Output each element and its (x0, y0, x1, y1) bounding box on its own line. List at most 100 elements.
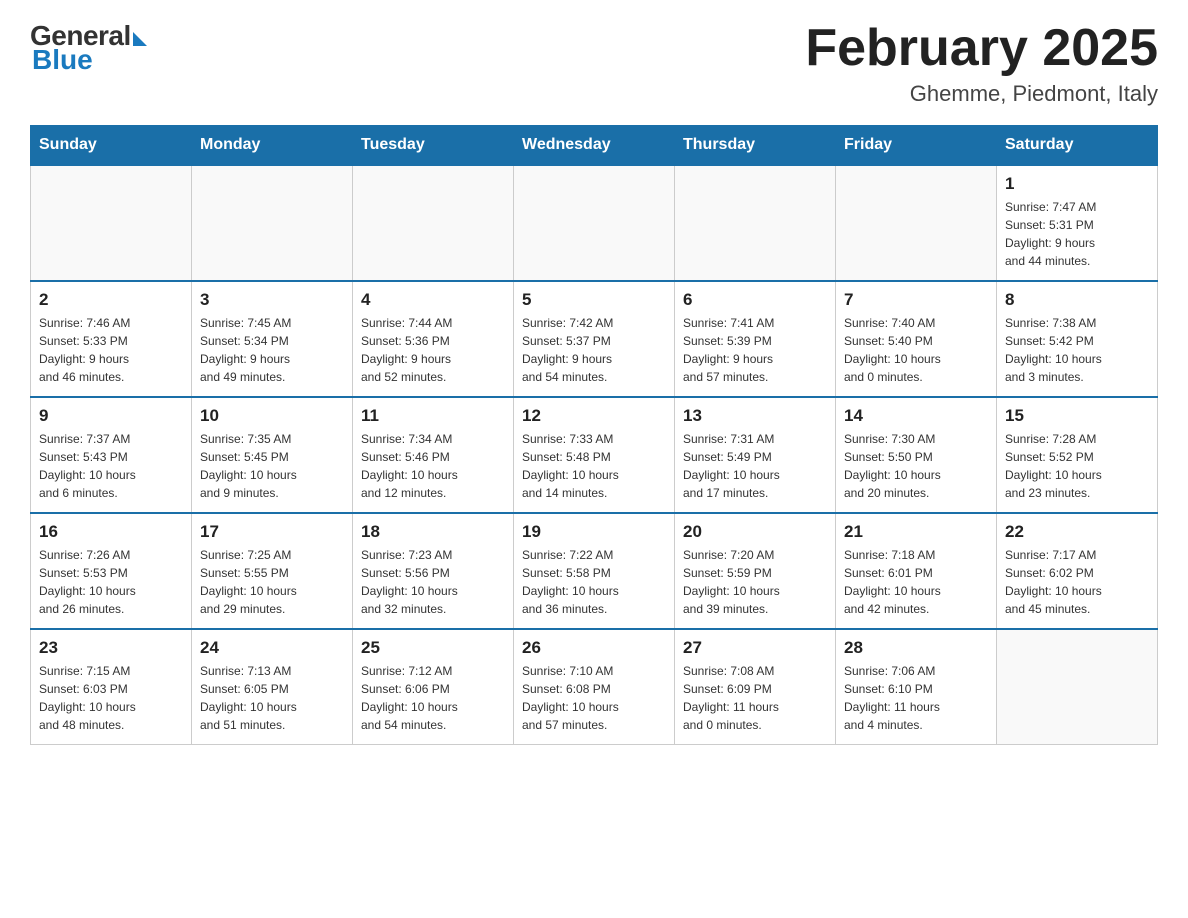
day-info: Sunrise: 7:10 AMSunset: 6:08 PMDaylight:… (522, 662, 666, 734)
day-info: Sunrise: 7:31 AMSunset: 5:49 PMDaylight:… (683, 430, 827, 502)
day-info: Sunrise: 7:44 AMSunset: 5:36 PMDaylight:… (361, 314, 505, 386)
calendar-cell: 20 Sunrise: 7:20 AMSunset: 5:59 PMDayligh… (675, 513, 836, 629)
calendar-cell: 10 Sunrise: 7:35 AMSunset: 5:45 PMDayligh… (192, 397, 353, 513)
day-info: Sunrise: 7:15 AMSunset: 6:03 PMDaylight:… (39, 662, 183, 734)
calendar-cell: 14 Sunrise: 7:30 AMSunset: 5:50 PMDayligh… (836, 397, 997, 513)
calendar-cell (353, 165, 514, 281)
calendar-cell: 2 Sunrise: 7:46 AMSunset: 5:33 PMDaylight… (31, 281, 192, 397)
calendar-cell (192, 165, 353, 281)
day-number: 25 (361, 638, 505, 658)
day-info: Sunrise: 7:28 AMSunset: 5:52 PMDaylight:… (1005, 430, 1149, 502)
calendar-cell: 18Sunrise: 7:23 AMSunset: 5:56 PMDayligh… (353, 513, 514, 629)
calendar-cell: 17Sunrise: 7:25 AMSunset: 5:55 PMDayligh… (192, 513, 353, 629)
day-number: 26 (522, 638, 666, 658)
day-number: 4 (361, 290, 505, 310)
day-info: Sunrise: 7:12 AMSunset: 6:06 PMDaylight:… (361, 662, 505, 734)
day-info: Sunrise: 7:37 AMSunset: 5:43 PMDaylight:… (39, 430, 183, 502)
day-number: 10 (200, 406, 344, 426)
day-number: 28 (844, 638, 988, 658)
day-number: 23 (39, 638, 183, 658)
day-number: 13 (683, 406, 827, 426)
month-title: February 2025 (805, 20, 1158, 77)
day-info: Sunrise: 7:45 AMSunset: 5:34 PMDaylight:… (200, 314, 344, 386)
calendar-cell: 22 Sunrise: 7:17 AMSunset: 6:02 PMDayligh… (997, 513, 1158, 629)
calendar-cell: 9 Sunrise: 7:37 AMSunset: 5:43 PMDaylight… (31, 397, 192, 513)
calendar-week-1: 1Sunrise: 7:47 AMSunset: 5:31 PMDaylight… (31, 165, 1158, 281)
calendar-cell: 19 Sunrise: 7:22 AMSunset: 5:58 PMDayligh… (514, 513, 675, 629)
day-info: Sunrise: 7:08 AMSunset: 6:09 PMDaylight:… (683, 662, 827, 734)
day-info: Sunrise: 7:17 AMSunset: 6:02 PMDaylight:… (1005, 546, 1149, 618)
day-number: 1 (1005, 174, 1149, 194)
calendar-cell: 21 Sunrise: 7:18 AMSunset: 6:01 PMDayligh… (836, 513, 997, 629)
calendar-cell: 5 Sunrise: 7:42 AMSunset: 5:37 PMDaylight… (514, 281, 675, 397)
logo-triangle-icon (133, 32, 147, 46)
day-info: Sunrise: 7:23 AMSunset: 5:56 PMDaylight:… (361, 546, 505, 618)
day-info: Sunrise: 7:30 AMSunset: 5:50 PMDaylight:… (844, 430, 988, 502)
calendar-cell: 8 Sunrise: 7:38 AMSunset: 5:42 PMDaylight… (997, 281, 1158, 397)
day-info: Sunrise: 7:40 AMSunset: 5:40 PMDaylight:… (844, 314, 988, 386)
day-number: 17 (200, 522, 344, 542)
day-info: Sunrise: 7:38 AMSunset: 5:42 PMDaylight:… (1005, 314, 1149, 386)
header-saturday: Saturday (997, 126, 1158, 166)
day-info: Sunrise: 7:18 AMSunset: 6:01 PMDaylight:… (844, 546, 988, 618)
day-number: 19 (522, 522, 666, 542)
calendar-cell (836, 165, 997, 281)
day-info: Sunrise: 7:26 AMSunset: 5:53 PMDaylight:… (39, 546, 183, 618)
header-friday: Friday (836, 126, 997, 166)
day-info: Sunrise: 7:22 AMSunset: 5:58 PMDaylight:… (522, 546, 666, 618)
calendar-cell: 3 Sunrise: 7:45 AMSunset: 5:34 PMDaylight… (192, 281, 353, 397)
day-number: 22 (1005, 522, 1149, 542)
day-number: 12 (522, 406, 666, 426)
day-number: 14 (844, 406, 988, 426)
calendar-week-5: 23 Sunrise: 7:15 AMSunset: 6:03 PMDayligh… (31, 629, 1158, 745)
page-header: General Blue February 2025 Ghemme, Piedm… (30, 20, 1158, 107)
header-wednesday: Wednesday (514, 126, 675, 166)
calendar-cell: 11Sunrise: 7:34 AMSunset: 5:46 PMDayligh… (353, 397, 514, 513)
calendar-cell: 28 Sunrise: 7:06 AMSunset: 6:10 PMDayligh… (836, 629, 997, 745)
logo-blue-text: Blue (32, 44, 93, 76)
day-number: 5 (522, 290, 666, 310)
calendar-table: SundayMondayTuesdayWednesdayThursdayFrid… (30, 125, 1158, 745)
title-area: February 2025 Ghemme, Piedmont, Italy (805, 20, 1158, 107)
calendar-cell (997, 629, 1158, 745)
calendar-cell: 13 Sunrise: 7:31 AMSunset: 5:49 PMDayligh… (675, 397, 836, 513)
day-number: 20 (683, 522, 827, 542)
calendar-cell: 12 Sunrise: 7:33 AMSunset: 5:48 PMDayligh… (514, 397, 675, 513)
day-number: 27 (683, 638, 827, 658)
day-number: 3 (200, 290, 344, 310)
calendar-cell: 27 Sunrise: 7:08 AMSunset: 6:09 PMDayligh… (675, 629, 836, 745)
calendar-cell (31, 165, 192, 281)
day-info: Sunrise: 7:13 AMSunset: 6:05 PMDaylight:… (200, 662, 344, 734)
calendar-cell: 15 Sunrise: 7:28 AMSunset: 5:52 PMDayligh… (997, 397, 1158, 513)
logo: General Blue (30, 20, 147, 76)
calendar-cell (514, 165, 675, 281)
day-number: 21 (844, 522, 988, 542)
day-number: 7 (844, 290, 988, 310)
calendar-cell: 6Sunrise: 7:41 AMSunset: 5:39 PMDaylight… (675, 281, 836, 397)
day-number: 9 (39, 406, 183, 426)
day-number: 2 (39, 290, 183, 310)
day-info: Sunrise: 7:35 AMSunset: 5:45 PMDaylight:… (200, 430, 344, 502)
day-number: 11 (361, 406, 505, 426)
day-info: Sunrise: 7:42 AMSunset: 5:37 PMDaylight:… (522, 314, 666, 386)
calendar-cell: 16 Sunrise: 7:26 AMSunset: 5:53 PMDayligh… (31, 513, 192, 629)
day-number: 6 (683, 290, 827, 310)
calendar-cell: 25 Sunrise: 7:12 AMSunset: 6:06 PMDayligh… (353, 629, 514, 745)
day-info: Sunrise: 7:06 AMSunset: 6:10 PMDaylight:… (844, 662, 988, 734)
calendar-week-2: 2 Sunrise: 7:46 AMSunset: 5:33 PMDaylight… (31, 281, 1158, 397)
day-number: 15 (1005, 406, 1149, 426)
calendar-cell: 4 Sunrise: 7:44 AMSunset: 5:36 PMDaylight… (353, 281, 514, 397)
header-monday: Monday (192, 126, 353, 166)
day-number: 24 (200, 638, 344, 658)
calendar-cell: 26 Sunrise: 7:10 AMSunset: 6:08 PMDayligh… (514, 629, 675, 745)
day-info: Sunrise: 7:33 AMSunset: 5:48 PMDaylight:… (522, 430, 666, 502)
location-subtitle: Ghemme, Piedmont, Italy (805, 81, 1158, 107)
day-info: Sunrise: 7:20 AMSunset: 5:59 PMDaylight:… (683, 546, 827, 618)
day-number: 8 (1005, 290, 1149, 310)
calendar-cell: 1Sunrise: 7:47 AMSunset: 5:31 PMDaylight… (997, 165, 1158, 281)
header-sunday: Sunday (31, 126, 192, 166)
day-info: Sunrise: 7:46 AMSunset: 5:33 PMDaylight:… (39, 314, 183, 386)
calendar-cell: 7 Sunrise: 7:40 AMSunset: 5:40 PMDaylight… (836, 281, 997, 397)
day-number: 16 (39, 522, 183, 542)
header-thursday: Thursday (675, 126, 836, 166)
